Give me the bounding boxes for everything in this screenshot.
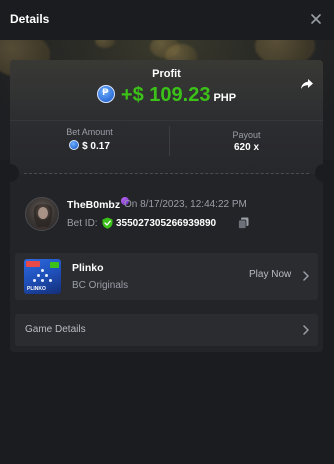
- ticket-perforation: [24, 173, 309, 174]
- coin-symbol: ₱: [102, 86, 109, 97]
- chevron-right-icon: [303, 271, 309, 281]
- payout-label: Payout: [232, 130, 261, 140]
- bet-amount-label: Bet Amount: [66, 127, 113, 137]
- php-coin-icon: ₱: [96, 84, 115, 103]
- decorative-coin: [95, 40, 115, 48]
- bet-details-card: Profit ₱ +$ 109.23 PHP Bet Amount $ 0.17 P…: [10, 60, 323, 352]
- section-divider: [10, 120, 323, 121]
- plinko-peg: [45, 274, 48, 277]
- plinko-peg: [37, 274, 40, 277]
- close-icon[interactable]: [308, 11, 324, 27]
- game-thumbnail: PLINKO: [24, 259, 61, 294]
- chevron-right-icon: [303, 325, 309, 335]
- bet-amount-value: $ 0.17: [10, 140, 169, 152]
- verified-shield-icon: [102, 217, 113, 229]
- play-now-button[interactable]: Play Now: [249, 269, 291, 280]
- thumbnail-badge: [50, 262, 59, 268]
- thumbnail-badge: [26, 261, 40, 267]
- bet-datetime: On 8/17/2023, 12:44:22 PM: [124, 199, 247, 210]
- avatar[interactable]: [25, 197, 59, 231]
- game-provider: BC Originals: [72, 280, 129, 291]
- thumbnail-title: PLINKO: [27, 286, 46, 292]
- bet-amount-text: $ 0.17: [82, 141, 110, 152]
- plinko-peg: [49, 279, 52, 282]
- plinko-peg: [41, 269, 44, 272]
- profit-label: Profit: [152, 68, 181, 80]
- modal-header: Details: [0, 0, 334, 40]
- share-icon[interactable]: [299, 76, 315, 92]
- payout-value: 620 x: [233, 142, 260, 153]
- game-link-row[interactable]: PLINKO Plinko BC Originals Play Now: [15, 253, 318, 300]
- avatar-image: [33, 204, 53, 230]
- profit-row: ₱ +$ 109.23 PHP: [10, 84, 323, 107]
- profit-currency: PHP: [213, 91, 237, 104]
- plinko-peg: [33, 279, 36, 282]
- username: TheB0mbz: [67, 199, 121, 211]
- game-name: Plinko: [72, 262, 104, 274]
- php-coin-icon: [69, 140, 80, 151]
- ticket-notch-left: [1, 164, 19, 182]
- modal-title: Details: [10, 12, 50, 26]
- game-details-label: Game Details: [25, 324, 86, 335]
- copy-icon[interactable]: [238, 217, 249, 229]
- plinko-peg: [41, 279, 44, 282]
- username-link[interactable]: TheB0mbz: [67, 197, 130, 211]
- bet-id-label: Bet ID:: [67, 218, 98, 229]
- profit-section: Profit ₱ +$ 109.23 PHP Bet Amount $ 0.17 P…: [10, 60, 323, 174]
- bet-id-value: 355027305266939890: [116, 218, 217, 229]
- profit-amount: +$ 109.23: [120, 84, 211, 106]
- ticket-notch-right: [315, 164, 333, 182]
- game-details-row[interactable]: Game Details: [15, 314, 318, 346]
